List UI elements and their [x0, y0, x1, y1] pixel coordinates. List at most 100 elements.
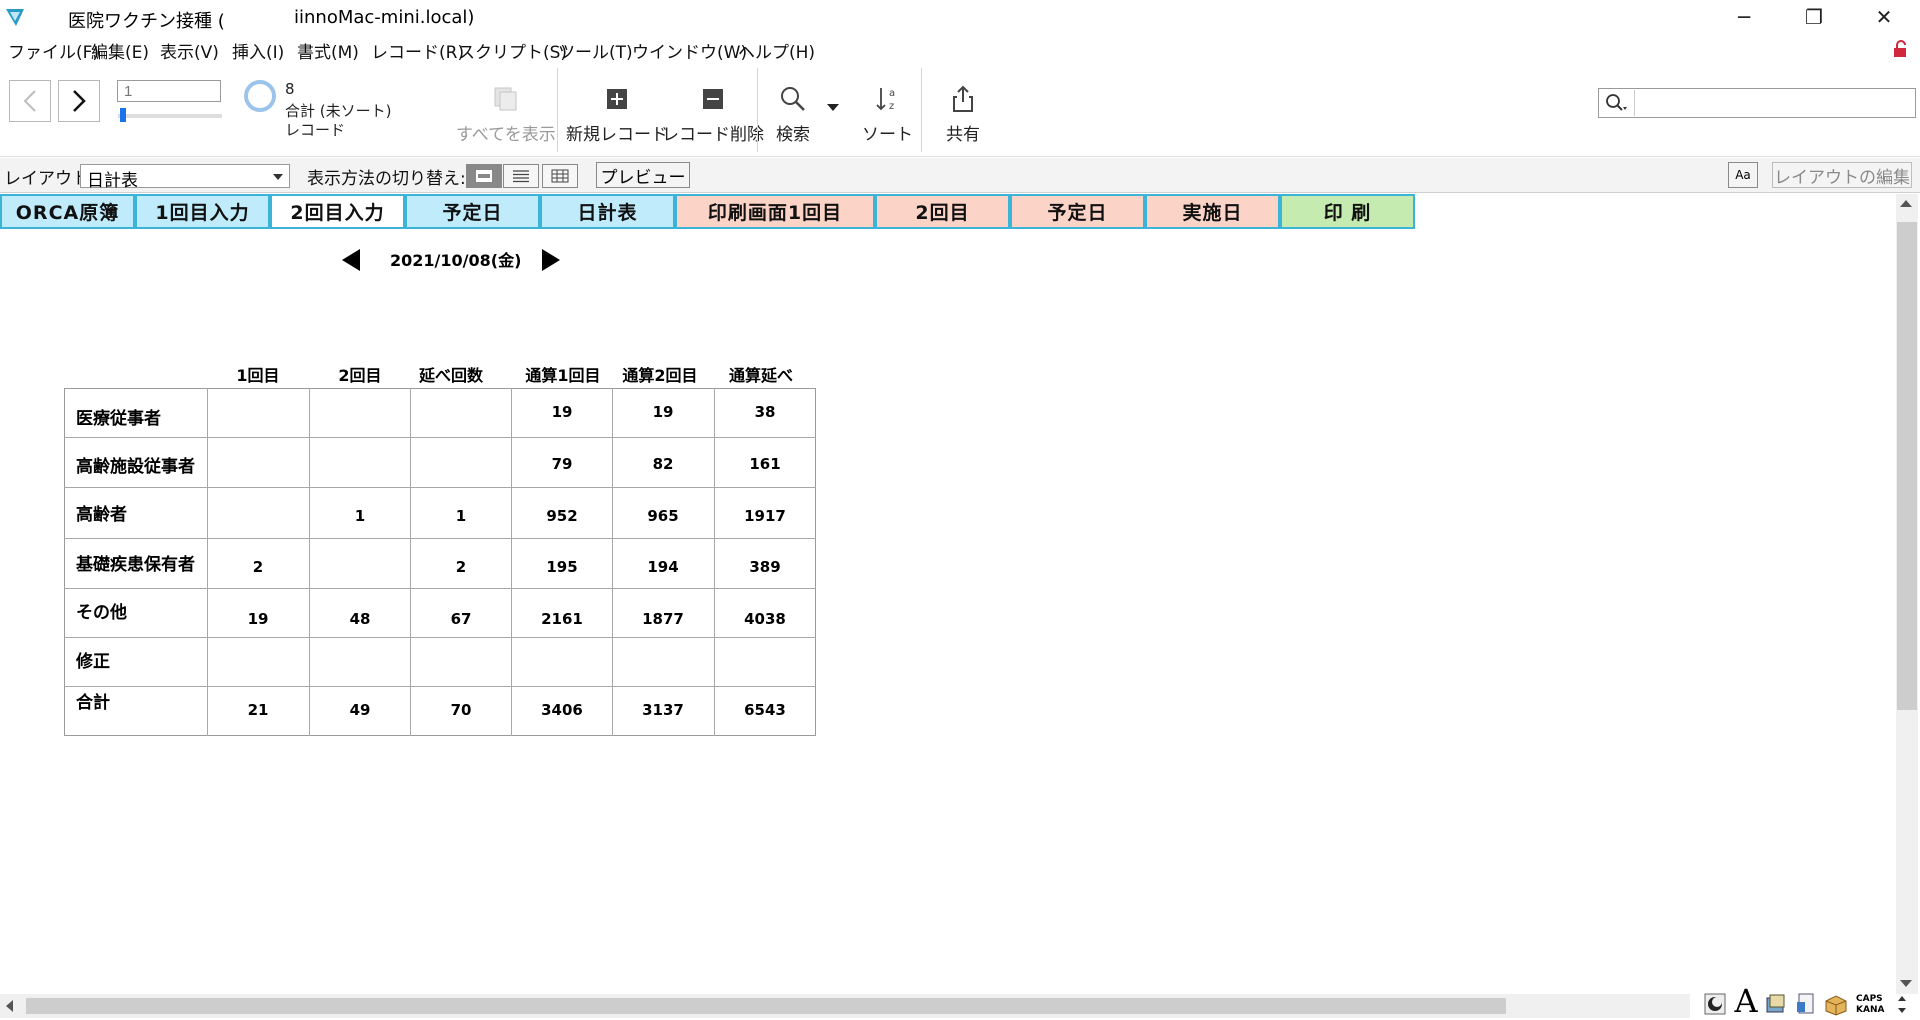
- row-divider: [64, 437, 816, 438]
- find-label: 検索: [776, 125, 810, 145]
- tab-schedule[interactable]: 予定日: [405, 194, 540, 229]
- text-format-button[interactable]: Aa: [1728, 162, 1758, 188]
- row-divider: [64, 487, 816, 488]
- table-cell: 82: [652, 455, 674, 473]
- table-cell: 3137: [642, 701, 684, 719]
- tab-print-first[interactable]: 印刷画面1回目: [675, 194, 875, 229]
- scroll-up-icon[interactable]: [1900, 200, 1912, 207]
- next-date-button[interactable]: [542, 249, 560, 271]
- close-button[interactable]: ✕: [1856, 0, 1912, 34]
- ime-mode-icon[interactable]: [1703, 992, 1727, 1016]
- table-cell: 195: [546, 558, 578, 576]
- menu-tools[interactable]: ツール(T): [558, 38, 633, 63]
- app-icon: [4, 6, 26, 28]
- view-table-button[interactable]: [542, 164, 578, 188]
- restore-button[interactable]: ❐: [1786, 0, 1842, 34]
- status-down-icon[interactable]: [1898, 1008, 1906, 1013]
- vertical-scroll-thumb[interactable]: [1897, 222, 1917, 710]
- status-up-icon[interactable]: [1898, 996, 1906, 1001]
- table-cell: 4038: [744, 610, 786, 628]
- tab-print-second[interactable]: 2回目: [875, 194, 1010, 229]
- table-cell: 161: [749, 455, 781, 473]
- record-slider[interactable]: [118, 114, 222, 118]
- delete-record-label: レコード削除: [662, 125, 764, 145]
- table-cell: 70: [450, 701, 472, 719]
- record-label: レコード: [285, 121, 346, 139]
- tab-print-done-date[interactable]: 実施日: [1145, 194, 1280, 229]
- table-cell: 2: [252, 558, 264, 576]
- tab-daily-report[interactable]: 日計表: [540, 194, 675, 229]
- menu-edit[interactable]: 編集(E): [91, 38, 149, 63]
- next-record-button[interactable]: [58, 80, 100, 122]
- column-header: 2回目: [338, 366, 382, 385]
- chevron-right-icon: [73, 90, 86, 112]
- share-button[interactable]: 共有: [946, 82, 980, 145]
- row-divider: [64, 686, 816, 687]
- preview-button[interactable]: プレビュー: [596, 162, 690, 188]
- tab-orca-ledger[interactable]: ORCA原簿: [0, 194, 135, 229]
- dictionary-tool-icon[interactable]: [1764, 992, 1788, 1016]
- view-form-button[interactable]: [466, 164, 502, 188]
- scroll-left-icon[interactable]: [6, 1000, 13, 1012]
- caps-label: CAPS: [1856, 994, 1883, 1004]
- record-number-input[interactable]: [117, 80, 221, 102]
- window-host: iinnoMac-mini.local): [294, 7, 475, 28]
- view-list-button[interactable]: [503, 164, 539, 188]
- tab-second-dose-input[interactable]: 2回目入力: [270, 194, 405, 229]
- row-label: 医療従事者: [76, 409, 161, 429]
- menu-format[interactable]: 書式(M): [297, 38, 359, 63]
- find-button[interactable]: 検索: [776, 82, 810, 145]
- view-switch-label: 表示方法の切り替え:: [307, 169, 466, 189]
- column-divider: [309, 388, 310, 736]
- list-view-icon: [513, 170, 529, 183]
- menu-window[interactable]: ウインドウ(W): [632, 38, 747, 63]
- document-tool-icon[interactable]: [1794, 992, 1818, 1016]
- lock-icon[interactable]: [1893, 40, 1909, 58]
- find-dropdown-icon[interactable]: [827, 104, 839, 111]
- tab-print[interactable]: 印 刷: [1280, 194, 1415, 229]
- show-all-button[interactable]: すべてを表示: [456, 82, 556, 145]
- table-cell: 79: [551, 455, 573, 473]
- menu-file[interactable]: ファイル(F): [8, 38, 99, 63]
- window-title: 医院ワクチン接種 (: [68, 11, 225, 32]
- search-icon: [781, 87, 805, 111]
- tab-print-schedule[interactable]: 予定日: [1010, 194, 1145, 229]
- horizontal-scroll-thumb[interactable]: [26, 998, 1506, 1014]
- menu-help[interactable]: ヘルプ(H): [738, 38, 815, 63]
- menu-view[interactable]: 表示(V): [160, 38, 219, 63]
- table-cell: 965: [647, 507, 679, 525]
- quick-find-input[interactable]: [1598, 88, 1916, 118]
- new-record-button[interactable]: 新規レコード: [566, 82, 668, 145]
- sort-button[interactable]: az ソート: [862, 82, 913, 145]
- prev-date-button[interactable]: [342, 249, 360, 271]
- table-cell: 1877: [642, 610, 684, 628]
- row-divider: [64, 588, 816, 589]
- caps-indicator: CAPS KANA: [1856, 994, 1884, 1016]
- tab-first-dose-input[interactable]: 1回目入力: [135, 194, 270, 229]
- table-view-icon: [551, 169, 569, 183]
- font-icon[interactable]: A: [1733, 982, 1759, 1020]
- menu-bar: ファイル(F) 編集(E) 表示(V) 挿入(I) 書式(M) レコード(R) …: [0, 36, 1920, 63]
- layout-select[interactable]: 日計表: [80, 164, 290, 191]
- edit-layout-button[interactable]: レイアウトの編集: [1772, 162, 1912, 188]
- minimize-button[interactable]: ─: [1716, 0, 1772, 34]
- table-cell: 67: [450, 610, 472, 628]
- table-cell: 2161: [541, 610, 583, 628]
- kana-label: KANA: [1856, 1005, 1885, 1015]
- menu-scripts[interactable]: スクリプト(S): [458, 38, 567, 63]
- prev-record-button[interactable]: [9, 80, 51, 122]
- form-view-icon: [476, 170, 492, 182]
- table-cell: 48: [349, 610, 371, 628]
- quick-find-search-icon[interactable]: [1600, 90, 1635, 116]
- new-record-label: 新規レコード: [566, 125, 668, 145]
- record-slider-thumb[interactable]: [120, 108, 126, 122]
- scroll-down-icon[interactable]: [1900, 980, 1912, 987]
- row-label: その他: [76, 603, 127, 623]
- chevron-left-icon: [23, 90, 36, 112]
- menu-records[interactable]: レコード(R): [371, 38, 464, 63]
- menu-insert[interactable]: 挿入(I): [232, 38, 284, 63]
- toolbar-separator: [921, 68, 922, 152]
- delete-record-button[interactable]: レコード削除: [662, 82, 764, 145]
- package-tool-icon[interactable]: [1824, 992, 1848, 1016]
- row-label: 高齢施設従事者: [76, 457, 195, 477]
